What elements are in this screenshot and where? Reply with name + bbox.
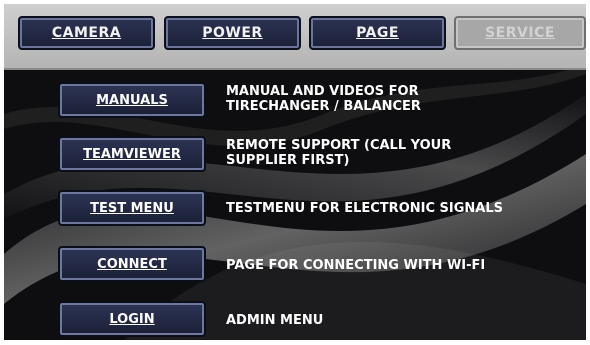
manuals-button[interactable]: MANUALS (58, 82, 206, 118)
connect-description: PAGE FOR CONNECTING WITH WI-FI (226, 258, 486, 273)
manuals-description: MANUAL AND VIDEOS FOR TIRECHANGER / BALA… (226, 84, 421, 114)
service-screen: CAMERA POWER PAGE SERVICE MANUALS MANUAL… (4, 4, 586, 340)
top-tab-bar: CAMERA POWER PAGE SERVICE (4, 4, 586, 70)
tab-power[interactable]: POWER (164, 16, 301, 50)
teamviewer-button[interactable]: TEAMVIEWER (58, 136, 206, 172)
tab-camera[interactable]: CAMERA (18, 16, 155, 50)
test-menu-description: TESTMENU FOR ELECTRONIC SIGNALS (226, 201, 503, 216)
teamviewer-description: REMOTE SUPPORT (CALL YOUR SUPPLIER FIRST… (226, 138, 452, 168)
tab-service[interactable]: SERVICE (454, 16, 586, 50)
test-menu-button[interactable]: TEST MENU (58, 190, 206, 226)
tab-page[interactable]: PAGE (309, 16, 446, 50)
login-button[interactable]: LOGIN (58, 301, 206, 337)
login-description: ADMIN MENU (226, 313, 324, 328)
connect-button[interactable]: CONNECT (58, 246, 206, 282)
